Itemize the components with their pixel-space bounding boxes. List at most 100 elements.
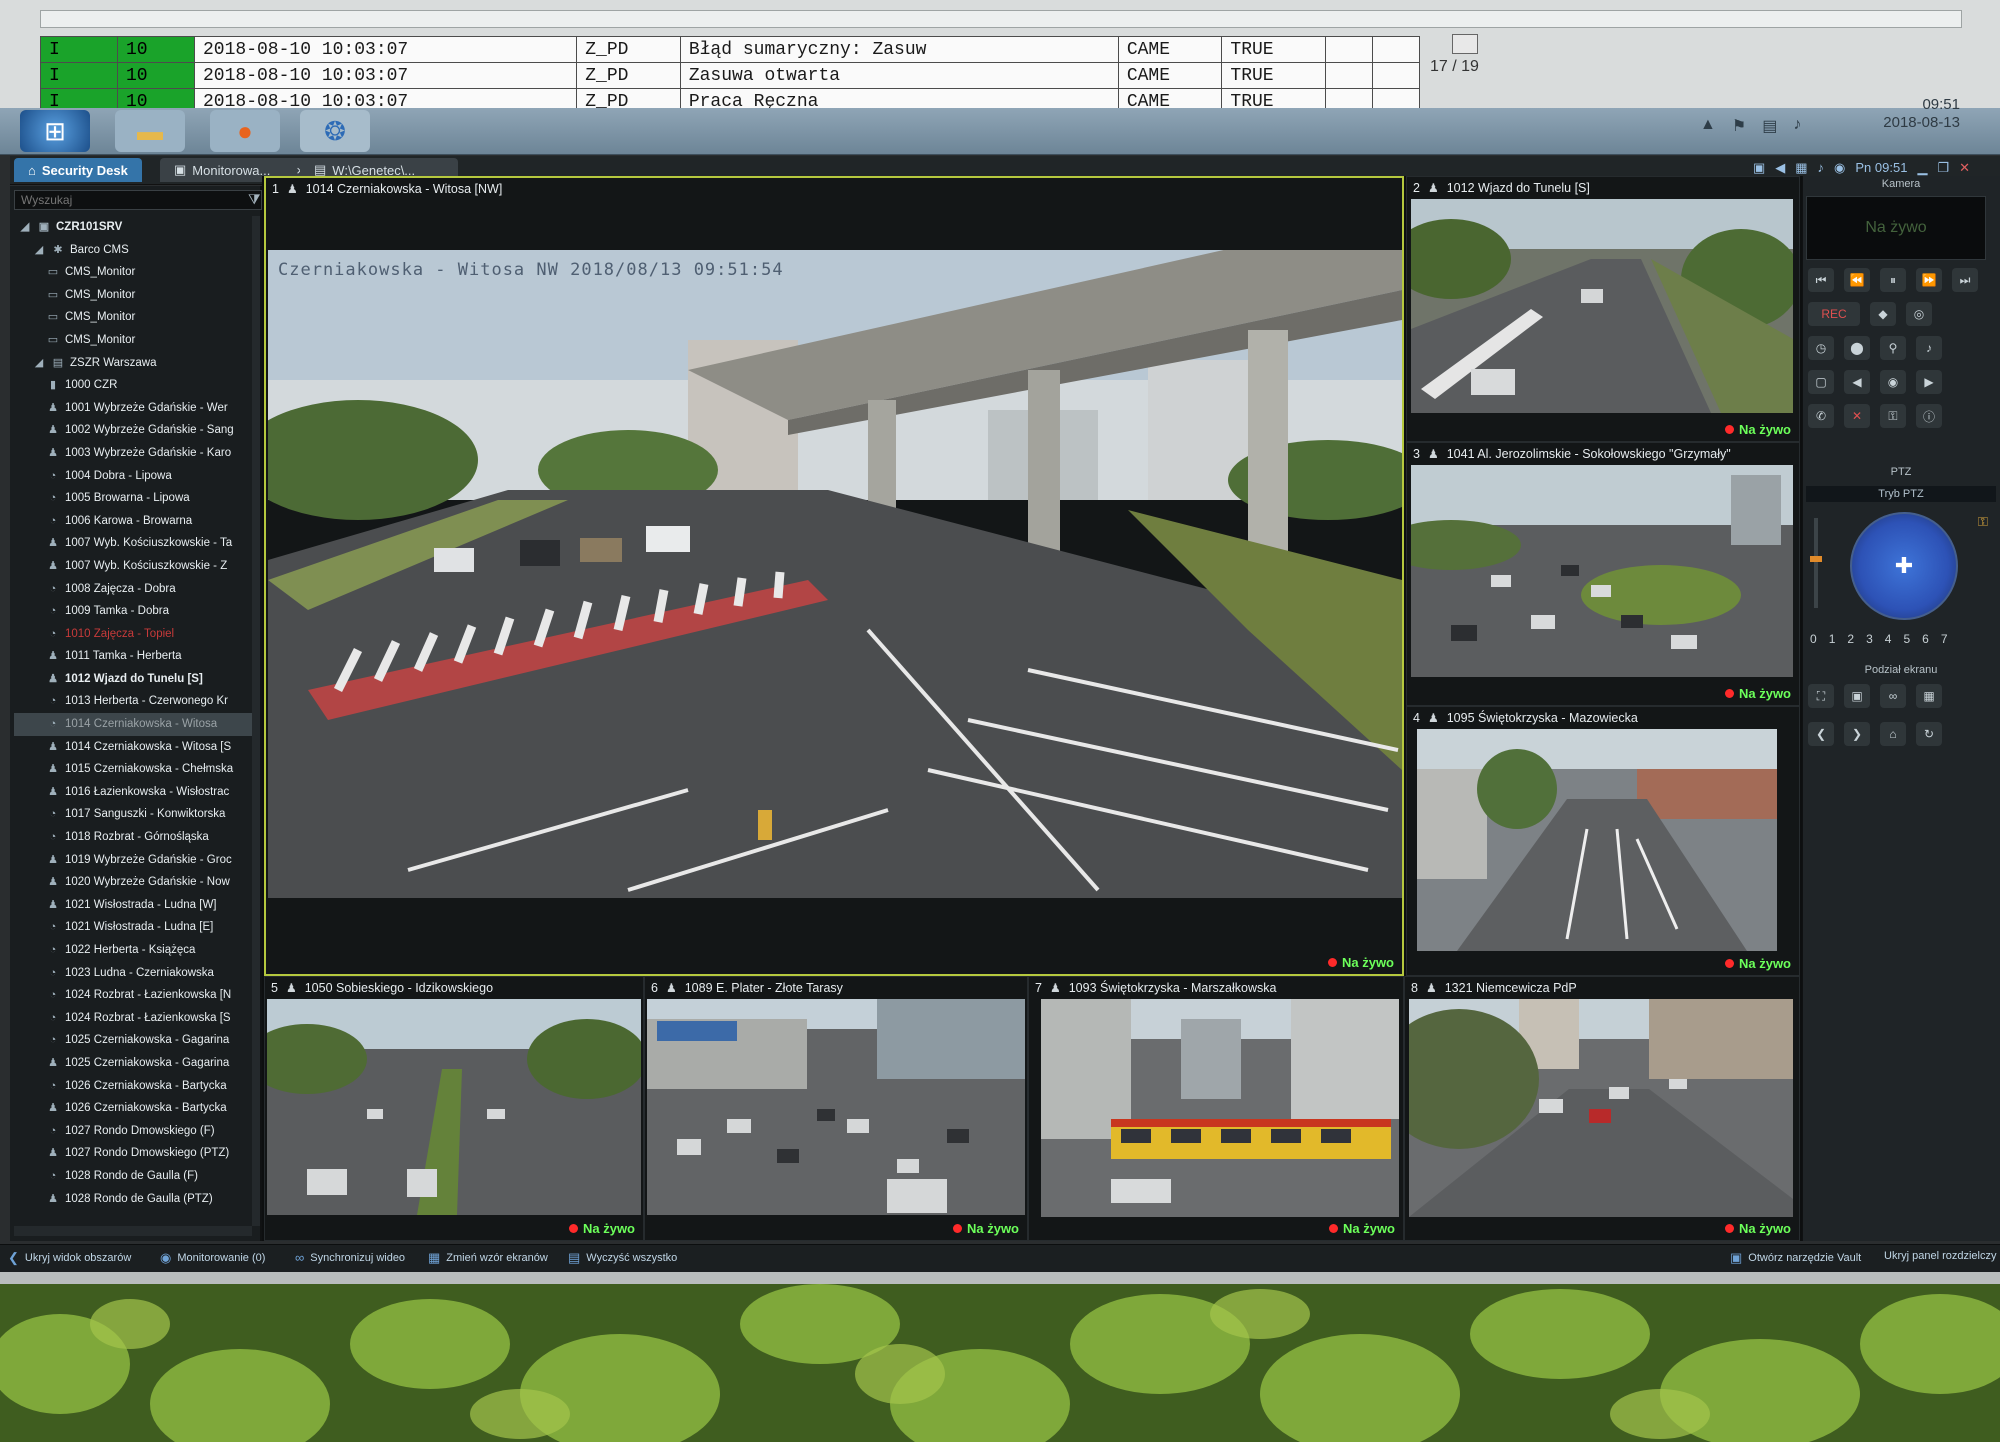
sidebar-horizontal-scrollbar[interactable] bbox=[14, 1226, 252, 1236]
tree-item[interactable]: ♟ 1003 Wybrzeże Gdańskie - Karo bbox=[14, 442, 254, 465]
alarm-icon[interactable]: ✆ bbox=[1808, 404, 1834, 428]
tree-item[interactable]: ♟ 1014 Czerniakowska - Witosa [S bbox=[14, 736, 254, 759]
ptz-preset-button[interactable]: 7 bbox=[1941, 632, 1948, 646]
tree-item[interactable]: ♟ 1019 Wybrzeże Gdańskie - Groc bbox=[14, 849, 254, 872]
tree-item[interactable]: ♟ 1025 Czerniakowska - Gagarina bbox=[14, 1052, 254, 1075]
video-feed-8[interactable] bbox=[1409, 999, 1793, 1217]
close-window-icon[interactable]: ✕ bbox=[1959, 160, 1970, 176]
video-feed-3[interactable] bbox=[1411, 465, 1793, 677]
ptz-preset-button[interactable]: 5 bbox=[1903, 632, 1910, 646]
ptz-preset-button[interactable]: 0 bbox=[1810, 632, 1817, 646]
video-tile-5[interactable]: 5 ♟ 1050 Sobieskiego - Idzikowskiego Na … bbox=[264, 976, 644, 1241]
globe-icon[interactable]: ◉ bbox=[1880, 370, 1906, 394]
ptz-preset-button[interactable]: 4 bbox=[1885, 632, 1892, 646]
log-row[interactable]: I 10 2018-08-10 10:03:07 Z_PD Zasuwa otwarta… bbox=[40, 62, 1420, 89]
tree-item[interactable]: ♟ 1020 Wybrzeże Gdańskie - Now bbox=[14, 871, 254, 894]
square-icon[interactable]: ▢ bbox=[1808, 370, 1834, 394]
fast-forward-icon[interactable]: ⏩ bbox=[1916, 268, 1942, 292]
monitoring-button[interactable]: ◉ Monitorowanie (0) bbox=[160, 1250, 265, 1266]
tree-item[interactable]: ◔ 1028 Rondo de Gaulla (F) bbox=[14, 1165, 254, 1188]
notification-icon[interactable]: ▣ bbox=[1753, 160, 1765, 176]
tree-item[interactable]: ♟ 1012 Wjazd do Tunelu [S] bbox=[14, 668, 254, 691]
video-tile-2[interactable]: 2 ♟ 1012 Wjazd do Tunelu [S] Na żywo bbox=[1406, 176, 1800, 442]
right-arrow-icon[interactable]: ▶ bbox=[1916, 370, 1942, 394]
expand-arrow-icon[interactable]: ◢ bbox=[32, 352, 46, 375]
rewind-icon[interactable]: ⏪ bbox=[1844, 268, 1870, 292]
tab-security-desk[interactable]: ⌂ Security Desk bbox=[14, 158, 142, 182]
change-pattern-button[interactable]: ▦ Zmień wzór ekranów bbox=[428, 1250, 548, 1266]
forward-icon[interactable]: ❯ bbox=[1844, 722, 1870, 746]
tree-item[interactable]: ▮ 1000 CZR bbox=[14, 374, 254, 397]
tree-item[interactable]: ▭ CMS_Monitor bbox=[14, 329, 254, 352]
globe-icon[interactable]: ◉ bbox=[1834, 160, 1845, 176]
ptz-lock-icon[interactable]: ⚿ bbox=[1978, 514, 1988, 530]
tray-arrow-icon[interactable]: ▲ bbox=[1700, 116, 1716, 136]
search-input[interactable] bbox=[14, 190, 262, 210]
tree-item[interactable]: ♟ 1016 Łazienkowska - Wisłostrac bbox=[14, 781, 254, 804]
video-tile-3[interactable]: 3 ♟ 1041 Al. Jerozolimskie - Sokołowskie… bbox=[1406, 442, 1800, 706]
log-row[interactable]: I 10 2018-08-10 10:03:07 Z_PD Błąd sumaryczn… bbox=[40, 36, 1420, 63]
ptz-preset-button[interactable]: 3 bbox=[1866, 632, 1873, 646]
zoom-icon[interactable]: ⚲ bbox=[1880, 336, 1906, 360]
image-icon[interactable]: ▣ bbox=[1844, 684, 1870, 708]
video-feed-7[interactable] bbox=[1041, 999, 1399, 1217]
firefox-taskbar-button[interactable]: ● bbox=[210, 110, 280, 152]
home-icon[interactable]: ⌂ bbox=[1880, 722, 1906, 746]
video-feed-5[interactable] bbox=[267, 999, 641, 1215]
tree-item[interactable]: ◢ ✱ Barco CMS bbox=[14, 239, 254, 262]
network-icon[interactable]: ▤ bbox=[1762, 116, 1777, 136]
alarm-icon[interactable]: ◀ bbox=[1775, 160, 1785, 176]
tree-item[interactable]: ♟ 1002 Wybrzeże Gdańskie - Sang bbox=[14, 419, 254, 442]
tree-item[interactable]: ◔ 1023 Ludna - Czerniakowska bbox=[14, 962, 254, 985]
expand-arrow-icon[interactable]: ◢ bbox=[32, 239, 46, 262]
minimize-icon[interactable]: ▁ bbox=[1917, 160, 1927, 176]
explorer-taskbar-button[interactable]: ▬ bbox=[115, 110, 185, 152]
export-icon[interactable]: ⬤ bbox=[1844, 336, 1870, 360]
camera-status-icon[interactable]: ▦ bbox=[1795, 160, 1807, 176]
tree-item[interactable]: ◢ ▣ CZR101SRV bbox=[14, 216, 254, 239]
snapshot-icon[interactable]: ◎ bbox=[1906, 302, 1932, 326]
video-feed-2[interactable] bbox=[1411, 199, 1793, 413]
tree-item[interactable]: ◔ 1017 Sanguszki - Konwiktorska bbox=[14, 803, 254, 826]
ptz-joystick[interactable]: ✚ bbox=[1850, 512, 1958, 620]
tree-item[interactable]: ◔ 1010 Zajęcza - Topiel bbox=[14, 623, 254, 646]
clear-all-button[interactable]: ▤ Wyczyść wszystko bbox=[568, 1250, 677, 1266]
lock-icon[interactable]: ⚿ bbox=[1880, 404, 1906, 428]
expand-arrow-icon[interactable]: ◢ bbox=[18, 216, 32, 239]
pause-icon[interactable]: ⏸ bbox=[1880, 268, 1906, 292]
tree-item[interactable]: ♟ 1027 Rondo Dmowskiego (PTZ) bbox=[14, 1142, 254, 1165]
tree-item[interactable]: ◔ 1027 Rondo Dmowskiego (F) bbox=[14, 1120, 254, 1143]
tree-item[interactable]: ▭ CMS_Monitor bbox=[14, 306, 254, 329]
tree-item[interactable]: ♟ 1021 Wisłostrada - Ludna [W] bbox=[14, 894, 254, 917]
tree-item[interactable]: ◔ 1014 Czerniakowska - Witosa bbox=[14, 713, 254, 736]
audio-icon[interactable]: ♪ bbox=[1916, 336, 1942, 360]
skip-back-icon[interactable]: ⏮ bbox=[1808, 268, 1834, 292]
speaker-icon[interactable]: ♪ bbox=[1818, 160, 1825, 176]
tree-item[interactable]: ♟ 1007 Wyb. Kościuszkowskie - Ta bbox=[14, 532, 254, 555]
ptz-preset-button[interactable]: 6 bbox=[1922, 632, 1929, 646]
tree-item[interactable]: ◔ 1009 Tamka - Dobra bbox=[14, 600, 254, 623]
skip-forward-icon[interactable]: ⏭ bbox=[1952, 268, 1978, 292]
tree-item[interactable]: ♟ 1015 Czerniakowska - Chełmska bbox=[14, 758, 254, 781]
back-icon[interactable]: ❮ bbox=[1808, 722, 1834, 746]
tree-item[interactable]: ◔ 1004 Dobra - Lipowa bbox=[14, 465, 254, 488]
bookmark-icon[interactable]: ◆ bbox=[1870, 302, 1896, 326]
video-tile-8[interactable]: 8 ♟ 1321 Niemcewicza PdP Na żywo bbox=[1404, 976, 1800, 1241]
hide-panel-button[interactable]: Ukryj panel rozdzielczy bbox=[1884, 1250, 1996, 1262]
close-stream-icon[interactable]: ✕ bbox=[1844, 404, 1870, 428]
record-button[interactable]: REC bbox=[1808, 302, 1860, 326]
tree-item[interactable]: ◔ 1008 Zajęcza - Dobra bbox=[14, 578, 254, 601]
video-feed-1[interactable]: Czerniakowska - Witosa NW 2018/08/13 09:… bbox=[268, 250, 1402, 898]
tree-item[interactable]: ◔ 1013 Herberta - Czerwonego Kr bbox=[14, 690, 254, 713]
log-page-icon[interactable] bbox=[1452, 34, 1478, 54]
tree-item[interactable]: ♟ 1026 Czerniakowska - Bartycka bbox=[14, 1097, 254, 1120]
tree-item[interactable]: ▭ CMS_Monitor bbox=[14, 261, 254, 284]
ptz-zoom-slider[interactable] bbox=[1814, 518, 1818, 608]
tree-item[interactable]: ◔ 1006 Karowa - Browarna bbox=[14, 510, 254, 533]
tree-item[interactable]: ♟ 1011 Tamka - Herberta bbox=[14, 645, 254, 668]
tree-item[interactable]: ▭ CMS_Monitor bbox=[14, 284, 254, 307]
volume-icon[interactable]: ♪ bbox=[1793, 116, 1801, 136]
video-tile-7[interactable]: 7 ♟ 1093 Świętokrzyska - Marszałkowska N… bbox=[1028, 976, 1404, 1241]
start-button[interactable]: ⊞ bbox=[20, 110, 90, 152]
tree-item[interactable]: ◔ 1022 Herberta - Książęca bbox=[14, 939, 254, 962]
